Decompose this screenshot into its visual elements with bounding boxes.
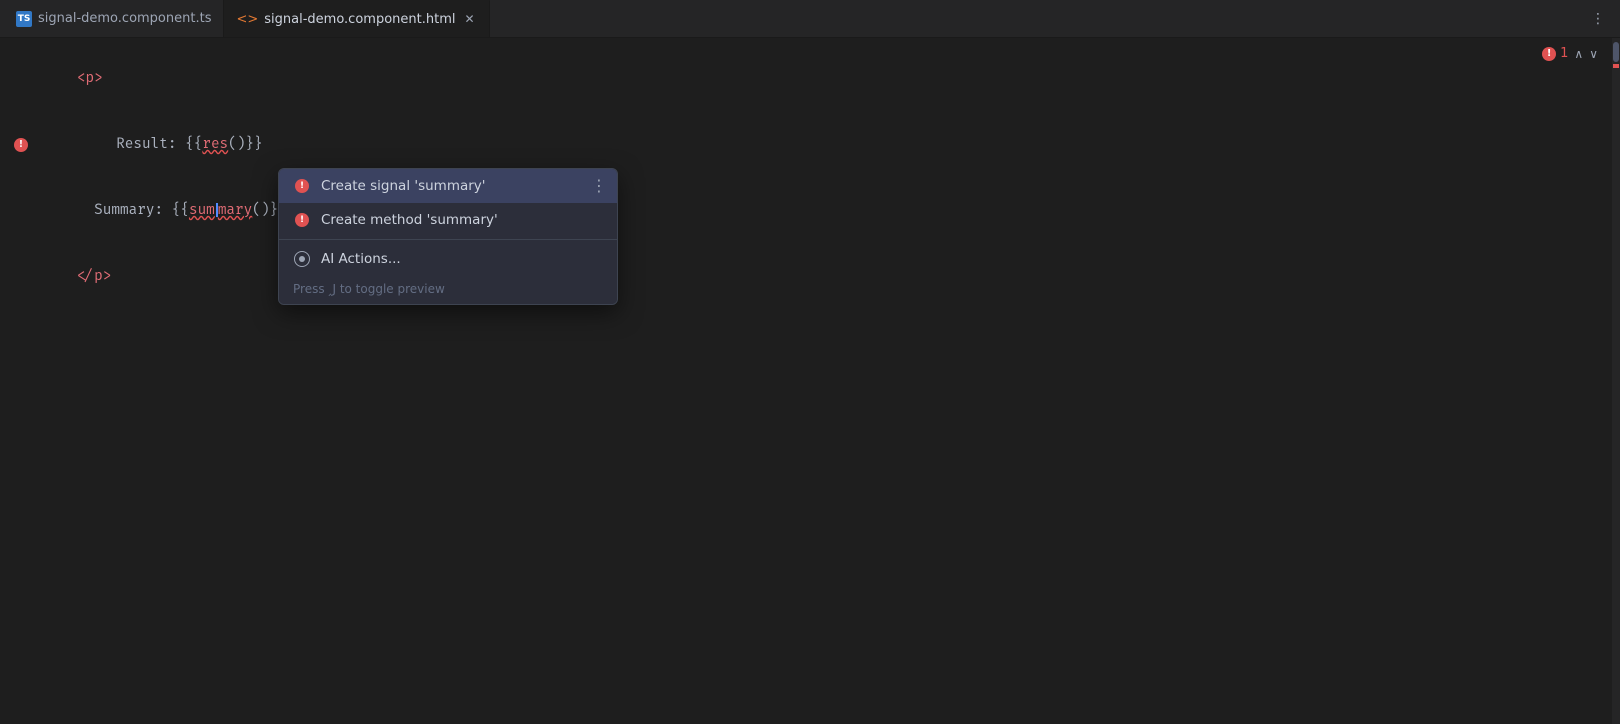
signal-error-icon-2: !	[295, 213, 309, 227]
ts-file-icon: TS	[16, 11, 32, 27]
line3-summary-func: sum	[189, 202, 215, 219]
tab-bar-actions: ⋮	[1588, 9, 1616, 29]
more-options-button[interactable]: ⋮	[1588, 9, 1608, 29]
scrollbar-error-marker	[1613, 64, 1619, 68]
ai-circle-icon	[294, 251, 310, 267]
signal-error-icon: !	[295, 179, 309, 193]
menu-item-ai-actions-label: AI Actions...	[321, 251, 401, 267]
tab-html[interactable]: <> signal-demo.component.html ✕	[224, 0, 490, 37]
tab-html-label: signal-demo.component.html	[264, 12, 455, 27]
context-menu-footer: Press ‸J to toggle preview	[279, 276, 617, 304]
line2-interp-close: ()}}	[228, 136, 262, 153]
line2-res-func: res	[202, 136, 228, 153]
toggle-preview-hint: Press ‸J to toggle preview	[293, 282, 445, 296]
error-gutter-line2: !	[12, 136, 30, 154]
error-nav-up[interactable]: ∧	[1572, 47, 1585, 61]
tab-ts-label: signal-demo.component.ts	[38, 11, 211, 26]
error-icon-line2: !	[14, 138, 28, 152]
signal-icon-2: !	[293, 211, 311, 229]
code-line-2: ! Result: {{res()}}	[0, 112, 1620, 178]
line3-summary-func2: mary	[218, 202, 252, 219]
error-badge-icon: !	[1542, 47, 1556, 61]
error-badge-area: ! 1 ∧ ∨	[1542, 46, 1600, 61]
editor-scrollbar[interactable]	[1612, 38, 1620, 724]
line2-interp-open: {{	[185, 136, 202, 153]
line3-interp-open: {{	[172, 202, 189, 219]
html-file-icon: <>	[236, 12, 258, 27]
context-menu: ! Create signal 'summary' ⋮ ! Create met…	[278, 168, 618, 305]
line2-result-text: Result:	[99, 136, 185, 153]
error-nav-down[interactable]: ∨	[1587, 47, 1600, 61]
code-line-3: Summary: {{summary()}}	[0, 178, 1620, 244]
signal-icon-1: !	[293, 177, 311, 195]
line-3-content: Summary: {{summary()}}	[8, 178, 1604, 244]
line-1-content: <p>	[8, 46, 1604, 112]
menu-divider	[279, 239, 617, 240]
code-editor[interactable]: <p> ! Result: {{res()}} Summary: {{summa…	[0, 38, 1620, 724]
tag-open-p: <p>	[77, 70, 103, 87]
error-count: 1	[1560, 46, 1568, 61]
tag-close-p: </p>	[77, 268, 111, 285]
ai-actions-icon	[293, 250, 311, 268]
scrollbar-thumb[interactable]	[1613, 42, 1619, 62]
menu-item-create-method-label: Create method 'summary'	[321, 212, 498, 228]
error-nav-buttons: ∧ ∨	[1572, 47, 1600, 61]
menu-item-ai-actions[interactable]: AI Actions...	[279, 242, 617, 276]
tab-ts[interactable]: TS signal-demo.component.ts	[4, 0, 224, 37]
tab-bar: TS signal-demo.component.ts <> signal-de…	[0, 0, 1620, 38]
editor-area: <p> ! Result: {{res()}} Summary: {{summa…	[0, 38, 1620, 724]
menu-item-more-icon[interactable]: ⋮	[591, 178, 607, 194]
line3-summary-text: Summary:	[77, 202, 172, 219]
code-line-1: <p>	[0, 46, 1620, 112]
line-4-content: </p>	[8, 244, 1604, 310]
line-2-content: Result: {{res()}}	[30, 112, 1604, 178]
menu-item-create-signal[interactable]: ! Create signal 'summary' ⋮	[279, 169, 617, 203]
tab-html-close[interactable]: ✕	[461, 11, 477, 27]
code-line-4: </p>	[0, 244, 1620, 310]
menu-item-create-method[interactable]: ! Create method 'summary'	[279, 203, 617, 237]
menu-item-create-signal-label: Create signal 'summary'	[321, 178, 486, 194]
